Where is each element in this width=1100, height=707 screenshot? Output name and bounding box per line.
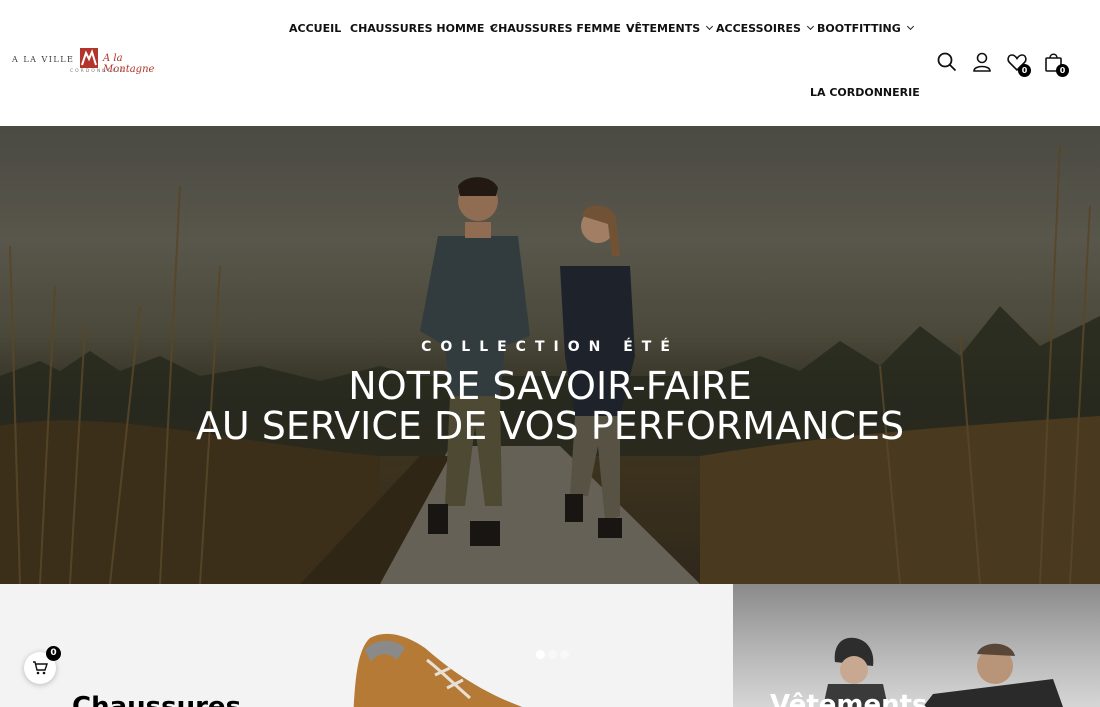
floating-cart-button[interactable]: 0 [24, 646, 61, 684]
category-card-clothing[interactable]: Vêtements [733, 584, 1100, 707]
nav-item-chaussures-homme[interactable]: CHAUSSURES HOMME [350, 22, 498, 35]
nav-label: VÊTEMENTS [626, 22, 701, 35]
wishlist-count-badge: 0 [1018, 64, 1031, 77]
nav-label: CHAUSSURES FEMME [490, 22, 621, 35]
hero-title-line-2: AU SERVICE DE VOS PERFORMANCES [195, 404, 905, 448]
nav-item-bootfitting[interactable]: BOOTFITTING [817, 22, 914, 35]
category-card-shoes[interactable]: Chaussures [0, 584, 733, 707]
category-title-shoes: Chaussures [72, 692, 242, 707]
carousel-dot[interactable] [536, 650, 545, 659]
hero-banner: COLLECTION ÉTÉ NOTRE SAVOIR-FAIRE AU SER… [0, 126, 1100, 584]
cart-count-badge: 0 [1056, 64, 1069, 77]
nav-label: CHAUSSURES HOMME [350, 22, 485, 35]
hero-title-line-1: NOTRE SAVOIR-FAIRE [348, 364, 752, 408]
hero-dark-overlay [0, 126, 1100, 584]
carousel-dot[interactable] [560, 650, 569, 659]
wishlist-button[interactable]: 0 [1006, 51, 1031, 77]
nav-item-chaussures-femme[interactable]: CHAUSSURES FEMME [490, 22, 634, 35]
chevron-down-icon [906, 22, 914, 31]
logo-mountain-icon [80, 48, 98, 68]
carousel-dot[interactable] [548, 650, 557, 659]
logo-sub-text: CORDONNERIE [70, 69, 126, 74]
search-icon[interactable] [936, 51, 958, 73]
nav-item-la-cordonnerie[interactable]: LA CORDONNERIE [810, 86, 920, 99]
cart-button[interactable]: 0 [1043, 51, 1069, 77]
chevron-down-icon [806, 22, 814, 31]
chevron-down-icon [706, 22, 714, 31]
cart-icon [33, 661, 48, 675]
nav-label: ACCUEIL [289, 22, 342, 35]
nav-label: ACCESSOIRES [716, 22, 801, 35]
category-title-clothing: Vêtements [770, 690, 928, 707]
hero-eyebrow: COLLECTION ÉTÉ [421, 339, 679, 355]
site-logo[interactable]: A LA VILLE A la Montagne CORDONNERIE [12, 48, 172, 80]
shoe-product-image [353, 633, 523, 707]
user-icon[interactable] [971, 51, 993, 73]
floating-cart-count-badge: 0 [46, 646, 61, 661]
logo-left-text: A LA VILLE [12, 55, 75, 64]
clothing-category-image [823, 637, 1063, 707]
nav-item-accessoires[interactable]: ACCESSOIRES [716, 22, 814, 35]
hero-title: NOTRE SAVOIR-FAIRE AU SERVICE DE VOS PER… [0, 366, 1100, 446]
site-header: A LA VILLE A la Montagne CORDONNERIE ACC… [0, 0, 1100, 126]
nav-label: BOOTFITTING [817, 22, 901, 35]
nav-item-vetements[interactable]: VÊTEMENTS [626, 22, 714, 35]
nav-item-accueil[interactable]: ACCUEIL [289, 22, 341, 35]
